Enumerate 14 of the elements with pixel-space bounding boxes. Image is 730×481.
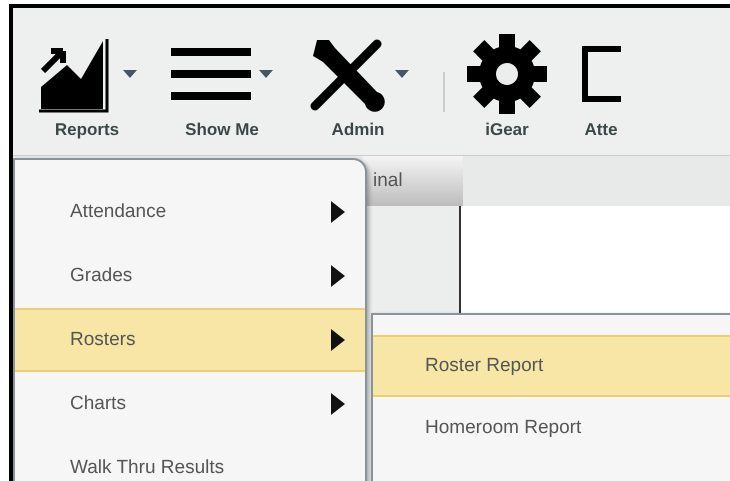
menu-item[interactable]: Roster Report — [373, 335, 730, 397]
menu-item[interactable]: Homeroom Report — [373, 397, 730, 459]
menu-item[interactable]: Charts — [15, 372, 365, 436]
toolbar-button[interactable]: Show Me — [171, 32, 273, 140]
tab[interactable]: inal — [363, 156, 463, 206]
gear-icon — [467, 34, 547, 114]
menu-item[interactable]: Grades — [15, 244, 365, 308]
menu-item[interactable]: Rosters — [15, 308, 365, 372]
toolbar-button[interactable]: iGear — [467, 32, 547, 140]
menu-item[interactable]: Attendance — [15, 180, 365, 244]
toolbar-button[interactable]: Reports — [37, 32, 137, 140]
toolbar-button[interactable]: Atte — [581, 32, 621, 140]
menu-item[interactable]: Walk Thru Results — [15, 436, 365, 481]
toolbar-button[interactable]: Admin — [307, 32, 409, 140]
